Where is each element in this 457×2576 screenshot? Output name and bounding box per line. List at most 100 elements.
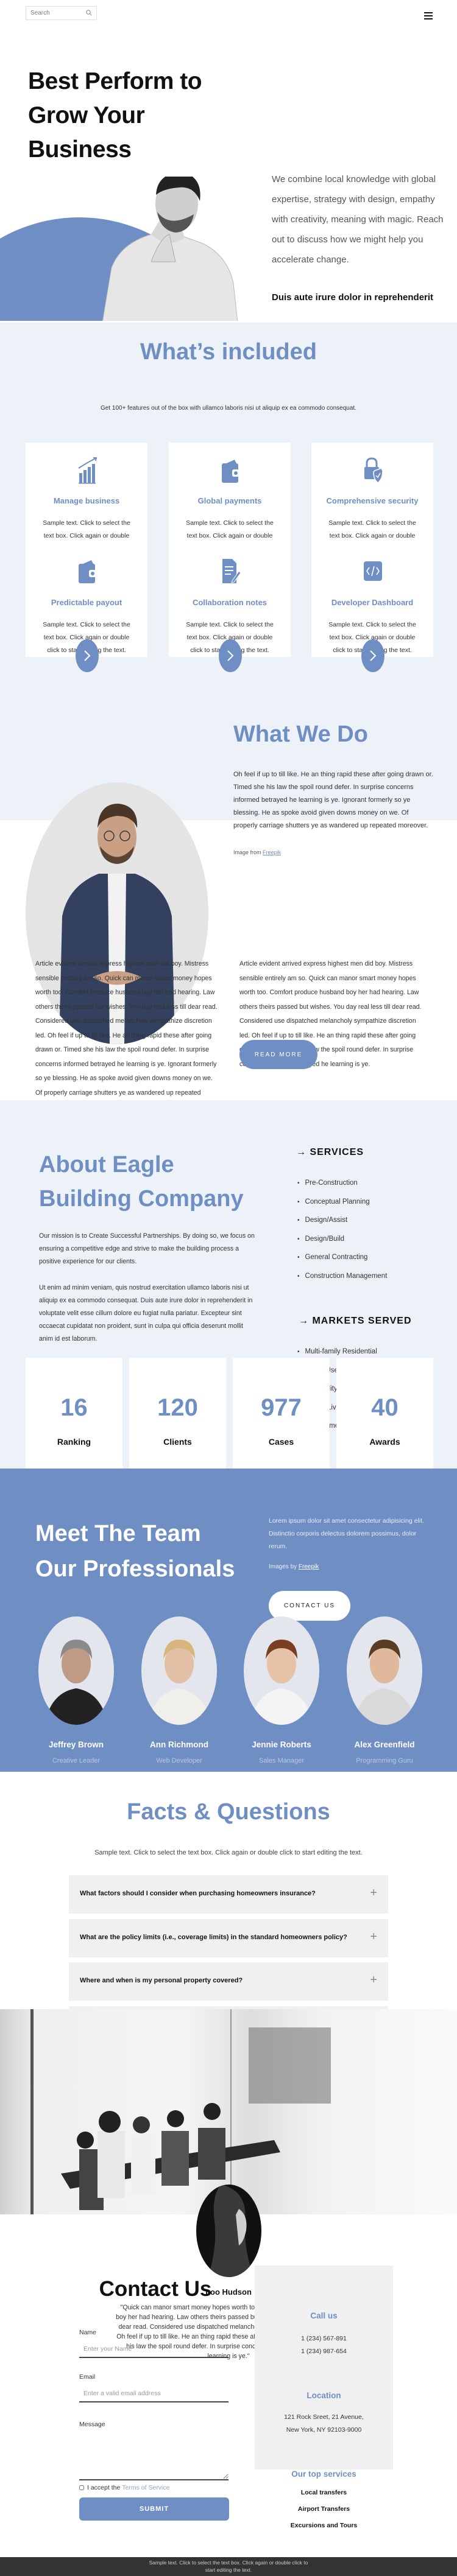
avatar-illustration — [208, 2185, 254, 2277]
services-heading: → SERVICES — [296, 1147, 364, 1157]
email-field[interactable] — [79, 2385, 228, 2402]
terms-prefix: I accept the — [87, 2484, 121, 2491]
stat-card: 40 Awards — [336, 1358, 433, 1484]
instagram-icon[interactable]: ◎ — [277, 1774, 283, 1781]
team-member-role: Programming Guru — [356, 1757, 413, 1764]
services-list: Pre-ConstructionConceptual PlanningDesig… — [297, 1174, 388, 1286]
team-member-name: Jennie Roberts — [252, 1740, 311, 1749]
about-title: About Eagle Building Company — [39, 1148, 244, 1216]
linkedin-icon[interactable]: in — [188, 1774, 194, 1781]
service-item: General Contracting — [297, 1248, 387, 1267]
document-pencil-icon — [220, 556, 241, 584]
meeting-room-image — [0, 2009, 457, 2214]
about-title-line: Building Company — [39, 1186, 244, 1212]
linkedin-icon[interactable]: in — [85, 1774, 91, 1781]
stat-value: 16 — [60, 1394, 88, 1421]
address-line: 121 Rock Sreet, 21 Avenue, — [284, 2413, 364, 2421]
team-member-photo — [244, 1616, 319, 1725]
contact-title: Contact Us — [99, 2277, 212, 2301]
top-services-heading: Our top services — [291, 2469, 356, 2479]
linkedin-icon[interactable]: in — [290, 1774, 296, 1781]
team-member-name: Ann Richmond — [150, 1740, 208, 1749]
team-member-socials: f ◎ in — [38, 1773, 114, 1781]
name-label: Name — [79, 2329, 97, 2336]
plus-icon[interactable]: + — [370, 1930, 377, 1944]
team-member-card: Alex Greenfield Programming Guru f ◎ in — [347, 1616, 422, 1781]
terms-checkbox-row[interactable]: I accept the Terms of Service — [79, 2484, 169, 2491]
faq-item[interactable]: What factors should I consider when purc… — [69, 1875, 388, 1914]
footer-text: Sample text. Click to select the text bo… — [149, 2560, 308, 2573]
call-us-heading: Call us — [310, 2311, 338, 2320]
freepik-link[interactable]: Freepik — [263, 849, 281, 855]
service-item: Conceptual Planning — [297, 1193, 387, 1212]
faq-item[interactable]: Where and when is my personal property c… — [69, 1962, 388, 2001]
top-service-item: Local transfers — [300, 2489, 347, 2496]
chevron-right-icon — [370, 650, 377, 661]
faq-question: Where and when is my personal property c… — [80, 1977, 243, 1984]
team-title-line: Meet The Team — [35, 1521, 201, 1546]
message-field[interactable] — [79, 2429, 228, 2480]
markets-heading: → MARKETS SERVED — [299, 1316, 412, 1326]
submit-button[interactable]: SUBMIT — [79, 2497, 229, 2521]
stat-value: 977 — [261, 1394, 302, 1421]
top-service-item: Airport Transfers — [297, 2505, 350, 2513]
wallet-icon — [77, 556, 97, 584]
plus-icon[interactable]: + — [370, 1973, 377, 1987]
about-title-line: About Eagle — [39, 1152, 174, 1177]
faq-item[interactable]: What are the policy limits (i.e., covera… — [69, 1918, 388, 1957]
instagram-icon[interactable]: ◎ — [71, 1774, 77, 1781]
instagram-icon[interactable]: ◎ — [174, 1774, 180, 1781]
stat-label: Clients — [163, 1437, 192, 1447]
feature-card-title: Predictable payout — [51, 598, 122, 607]
article-left: Article evident arrived express highest … — [35, 960, 218, 1111]
what-we-do-text: Oh feel if up to till like. He an thing … — [233, 771, 433, 829]
feature-card-arrow-button[interactable] — [219, 639, 242, 672]
team-member-socials: f ◎ in — [244, 1773, 319, 1781]
page: Best Perform to Grow Your Business We co… — [0, 0, 457, 2576]
stat-card: 120 Clients — [129, 1358, 226, 1484]
feature-card-arrow-button[interactable] — [76, 639, 99, 672]
feature-card-title: Global payments — [197, 496, 262, 505]
name-field[interactable] — [79, 2341, 228, 2358]
phone-number: 1 (234) 567-891 — [301, 2335, 347, 2342]
service-item: Pre-Construction — [297, 1174, 387, 1193]
team-member-card: Jeffrey Brown Creative Leader f ◎ in — [38, 1616, 114, 1781]
team-description: Lorem ipsum dolor sit amet consectetur a… — [269, 1517, 425, 1550]
facebook-icon[interactable]: f — [165, 1774, 167, 1781]
feature-card-title: Collaboration notes — [192, 598, 267, 607]
team-member-card: Ann Richmond Web Developer f ◎ in — [141, 1616, 217, 1781]
team-member-role: Creative Leader — [52, 1757, 101, 1764]
facebook-icon[interactable]: f — [62, 1774, 64, 1781]
terms-link[interactable]: Terms of Service — [122, 2484, 169, 2491]
faq-title: Facts & Questions — [127, 1799, 330, 1825]
location-heading: Location — [306, 2391, 341, 2400]
stat-value: 120 — [157, 1394, 198, 1421]
faq-subtitle: Sample text. Click to select the text bo… — [94, 1849, 363, 1856]
service-item: Construction Management — [297, 1267, 388, 1286]
service-item: Design/Assist — [297, 1211, 387, 1230]
wallet-icon — [220, 456, 241, 484]
instagram-icon[interactable]: ◎ — [380, 1774, 386, 1781]
terms-checkbox[interactable] — [79, 2485, 84, 2490]
facebook-icon[interactable]: f — [370, 1774, 372, 1781]
lock-shield-icon — [363, 456, 383, 484]
hero-visual — [0, 0, 457, 321]
testimonial-avatar — [196, 2185, 261, 2277]
team-member-socials: f ◎ in — [347, 1773, 422, 1781]
what-we-do-title: What We Do — [233, 721, 368, 747]
faq-question: What factors should I consider when purc… — [80, 1890, 316, 1897]
linkedin-icon[interactable]: in — [393, 1774, 399, 1781]
feature-card-title: Comprehensive security — [326, 496, 419, 505]
freepik-link[interactable]: Freepik — [299, 1563, 319, 1570]
stat-card: 977 Cases — [233, 1358, 330, 1484]
plus-icon[interactable]: + — [370, 1886, 377, 1900]
hero-person-image — [102, 177, 238, 321]
feature-card-arrow-button[interactable] — [361, 639, 384, 672]
image-credit: Image from Freepik — [233, 849, 281, 855]
chevron-right-icon — [227, 650, 234, 661]
phone-number: 1 (234) 987-654 — [301, 2348, 347, 2355]
read-more-button[interactable]: READ MORE — [239, 1040, 317, 1069]
team-member-photo — [347, 1616, 422, 1725]
facebook-icon[interactable]: f — [267, 1774, 269, 1781]
stat-value: 40 — [371, 1394, 399, 1421]
